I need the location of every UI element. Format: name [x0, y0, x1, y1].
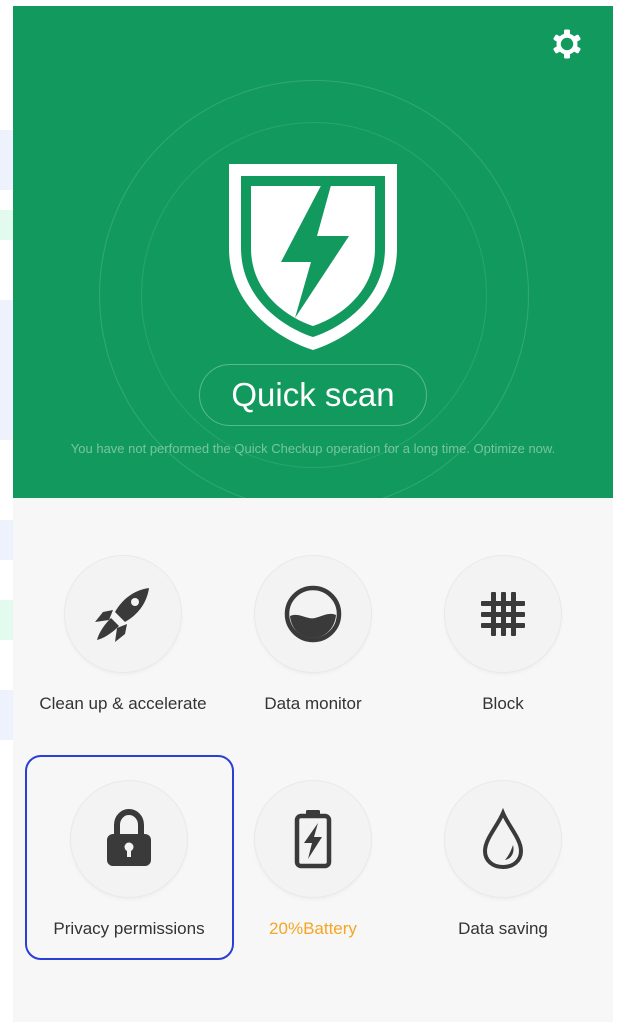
phone-manager-screen: Quick scan You have not performed the Qu… [13, 6, 613, 1022]
edge-band [0, 600, 13, 640]
tool-label: Block [482, 694, 524, 713]
tool-icon-circle [65, 556, 181, 672]
battery-label: 20%Battery [269, 919, 357, 938]
tool-label: Privacy permissions [53, 919, 205, 938]
tool-icon-circle [255, 556, 371, 672]
gear-icon [553, 29, 581, 59]
edge-band [0, 520, 13, 560]
rocket-icon [95, 588, 149, 642]
privacy-permissions-button[interactable]: Privacy permissions [35, 781, 223, 971]
tool-icon-circle [255, 781, 371, 897]
edge-band [0, 690, 13, 740]
tool-label: Data monitor [264, 694, 362, 713]
edge-band [0, 210, 13, 240]
edge-band [0, 130, 13, 190]
hash-grid-icon [481, 592, 525, 636]
tool-label: Clean up & accelerate [39, 694, 207, 713]
edge-band [0, 300, 13, 440]
quick-scan-button[interactable]: Quick scan [199, 364, 427, 426]
tool-icon-circle [445, 556, 561, 672]
clean-up-accelerate-button[interactable]: Clean up & accelerate [29, 556, 217, 746]
gauge-icon [284, 585, 342, 643]
checkup-hint-text: You have not performed the Quick Checkup… [70, 441, 556, 456]
drop-icon [482, 807, 524, 870]
battery-icon [294, 810, 332, 869]
data-monitor-button[interactable]: Data monitor [219, 556, 407, 746]
block-button[interactable]: Block [409, 556, 597, 746]
quick-scan-label: Quick scan [231, 376, 395, 413]
shield-lightning-icon [215, 158, 411, 354]
tool-icon-circle [445, 781, 561, 897]
tool-icon-circle [71, 781, 187, 897]
settings-button[interactable] [549, 26, 585, 62]
battery-button[interactable]: 20%Battery [219, 781, 407, 971]
lock-icon [107, 808, 151, 866]
tool-label: Data saving [458, 919, 548, 938]
data-saving-button[interactable]: Data saving [409, 781, 597, 971]
quick-scan-header: Quick scan You have not performed the Qu… [13, 6, 613, 498]
left-edge-strip [0, 0, 13, 1022]
